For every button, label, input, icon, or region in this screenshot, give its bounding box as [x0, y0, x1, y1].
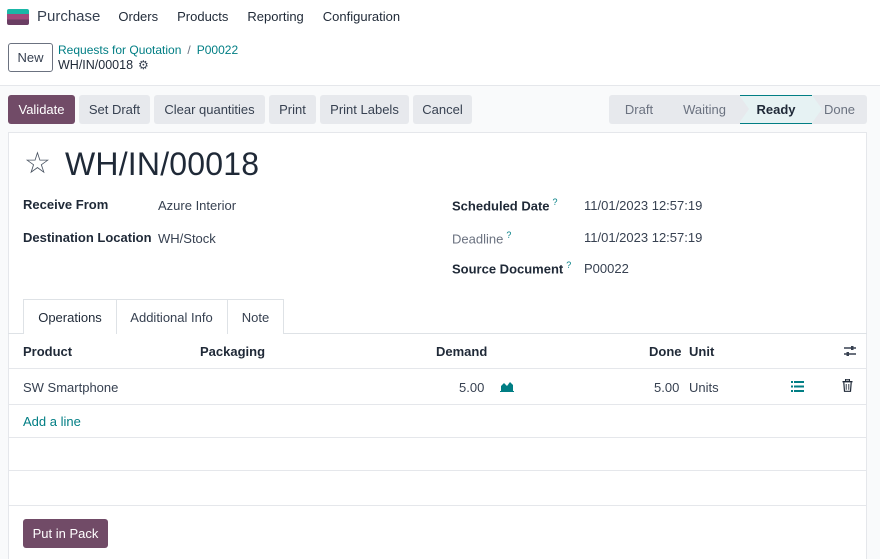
status-ready-label: Ready [756, 102, 796, 117]
control-panel: New Requests for Quotation / P00022 WH/IN/… [0, 33, 880, 86]
menu-orders[interactable]: Orders [118, 9, 158, 24]
column-packaging[interactable]: Packaging [200, 344, 265, 359]
row-demand[interactable]: 5.00 [459, 380, 484, 395]
set-draft-button[interactable]: Set Draft [79, 95, 150, 124]
column-unit[interactable]: Unit [689, 344, 714, 359]
new-button[interactable]: New [8, 43, 53, 72]
breadcrumb: Requests for Quotation / P00022 [58, 43, 238, 57]
source-document-field[interactable]: P00022 [584, 261, 629, 276]
print-labels-button[interactable]: Print Labels [320, 95, 409, 124]
table-row-divider [8, 470, 867, 471]
row-unit[interactable]: Units [689, 380, 719, 395]
destination-label: Destination Location [23, 230, 152, 245]
tab-note-label: Note [241, 309, 270, 325]
record-name: WH/IN/00018 [58, 58, 134, 72]
app-name[interactable]: Purchase [37, 8, 100, 25]
column-demand[interactable]: Demand [436, 344, 487, 359]
print-button[interactable]: Print [269, 95, 316, 124]
put-in-pack-button[interactable]: Put in Pack [23, 519, 108, 548]
validate-button[interactable]: Validate [8, 95, 75, 124]
tab-note[interactable]: Note [227, 299, 284, 334]
deadline-field[interactable]: 11/01/2023 12:57:19 [584, 230, 702, 245]
status-bar: Draft Waiting Ready Done [609, 95, 867, 124]
menu-reporting[interactable]: Reporting [247, 9, 303, 24]
add-line-link[interactable]: Add a line [23, 414, 81, 429]
destination-field[interactable]: WH/Stock [158, 231, 216, 246]
deadline-label-text: Deadline [452, 231, 504, 247]
table-header-divider [8, 368, 867, 369]
table-row-divider [8, 404, 867, 405]
record-title: WH/IN/00018 [65, 146, 260, 182]
help-icon[interactable]: ? [566, 260, 571, 270]
breadcrumb-separator: / [187, 43, 191, 57]
receive-from-field[interactable]: Azure Interior [158, 198, 236, 213]
status-ready[interactable]: Ready [739, 95, 822, 124]
status-draft[interactable]: Draft [609, 95, 669, 124]
deadline-label: Deadline? [452, 230, 511, 246]
trash-icon[interactable] [842, 379, 853, 392]
star-icon[interactable]: ☆ [24, 149, 51, 179]
row-done[interactable]: 5.00 [654, 380, 679, 395]
breadcrumb-po[interactable]: P00022 [197, 43, 238, 57]
current-record: WH/IN/00018 ⚙ [58, 58, 149, 72]
tab-additional-info[interactable]: Additional Info [116, 299, 228, 334]
top-navbar: Purchase Orders Products Reporting Confi… [0, 0, 880, 33]
menu-configuration[interactable]: Configuration [323, 9, 400, 24]
column-product[interactable]: Product [23, 344, 72, 359]
breadcrumb-rfq[interactable]: Requests for Quotation [58, 43, 181, 57]
status-done-label: Done [823, 102, 856, 117]
tab-operations[interactable]: Operations [23, 299, 117, 335]
scheduled-date-field[interactable]: 11/01/2023 12:57:19 [584, 198, 702, 213]
help-icon[interactable]: ? [553, 197, 558, 207]
table-row-divider [8, 437, 867, 438]
detailed-operations-icon[interactable] [791, 381, 804, 392]
table-footer-divider [8, 505, 867, 506]
row-product[interactable]: SW Smartphone [23, 380, 118, 395]
menu-products[interactable]: Products [177, 9, 228, 24]
status-waiting-label: Waiting [683, 102, 726, 117]
clear-quantities-button[interactable]: Clear quantities [154, 95, 265, 124]
cancel-button[interactable]: Cancel [413, 95, 472, 124]
status-draft-label: Draft [624, 102, 654, 117]
help-icon[interactable]: ? [506, 230, 511, 240]
status-waiting[interactable]: Waiting [669, 95, 740, 124]
scheduled-date-label: Scheduled Date? [452, 197, 558, 213]
gear-icon[interactable]: ⚙ [138, 58, 149, 72]
column-settings-icon[interactable] [843, 345, 857, 357]
tab-operations-label: Operations [38, 309, 102, 325]
source-document-label: Source Document? [452, 260, 571, 276]
purchase-app-icon[interactable] [7, 8, 29, 25]
receive-from-label: Receive From [23, 197, 109, 212]
source-document-label-text: Source Document [452, 261, 564, 277]
forecast-chart-icon[interactable] [500, 380, 514, 392]
column-done[interactable]: Done [649, 344, 682, 359]
scheduled-date-label-text: Scheduled Date [452, 198, 550, 214]
tab-additional-info-label: Additional Info [130, 309, 213, 325]
